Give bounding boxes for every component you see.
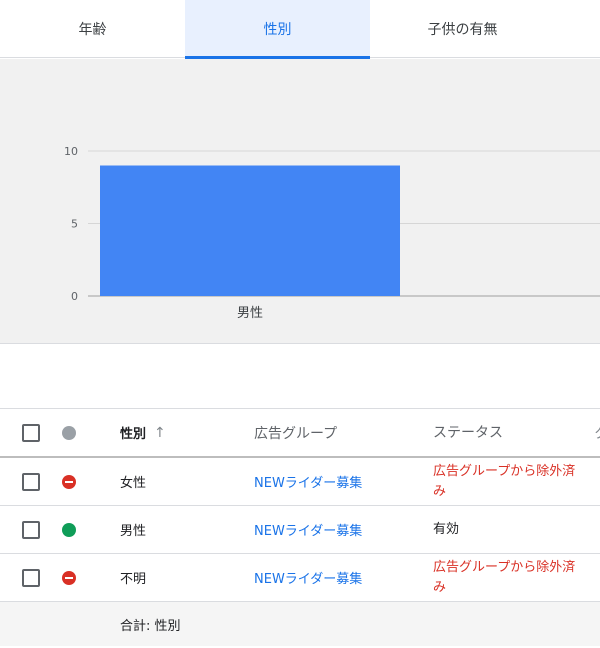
chart-panel: 0 5 10 男性 [0, 59, 600, 344]
tab-bar: 年齢 性別 子供の有無 [0, 0, 600, 59]
footer-total-label: 合計: 性別 [120, 618, 181, 634]
row-checkbox[interactable] [22, 568, 40, 587]
table-row: 男性 NEWライダー募集 有効 [0, 506, 600, 554]
header-gender-label: 性別 [120, 427, 147, 442]
row-checkbox[interactable] [22, 472, 40, 491]
row-ad-group-link[interactable]: NEWライダー募集 [254, 568, 362, 587]
gender-table: 性別 ↑ 広告グループ ステータス ク 女性 NEWライダー募集 広告グループか… [0, 408, 600, 646]
row-gender: 不明 [120, 572, 147, 587]
row-checkbox[interactable] [22, 520, 40, 539]
tab-parental-status-label: 子供の有無 [427, 22, 498, 38]
gender-bar-chart: 0 5 10 男性 [64, 145, 600, 321]
table-row: 女性 NEWライダー募集 広告グループから除外済み [0, 458, 600, 506]
header-status[interactable]: ステータス [433, 409, 583, 456]
tab-gender-label: 性別 [263, 22, 292, 38]
row-status: 広告グループから除外済み [433, 559, 576, 595]
row-status: 有効 [433, 521, 460, 537]
x-tick-label: 男性 [237, 306, 263, 321]
row-status: 広告グループから除外済み [433, 463, 576, 499]
table-header-row: 性別 ↑ 広告グループ ステータス ク [0, 409, 600, 458]
header-ad-group-label: 広告グループ [254, 425, 338, 442]
row-ad-group-link[interactable]: NEWライダー募集 [254, 520, 362, 539]
table-row: 不明 NEWライダー募集 広告グループから除外済み [0, 554, 600, 602]
excluded-status-icon [62, 474, 76, 489]
tab-age[interactable]: 年齢 [0, 0, 185, 58]
y-tick-label: 10 [64, 145, 78, 158]
header-ad-group[interactable]: 広告グループ [254, 409, 414, 456]
active-status-icon [62, 522, 76, 537]
bar-0[interactable] [100, 165, 400, 297]
excluded-status-icon [62, 570, 76, 585]
table-footer-row: 合計: 性別 [0, 602, 600, 646]
header-extra[interactable]: ク [594, 409, 600, 456]
y-tick-label: 0 [71, 290, 78, 303]
tab-gender[interactable]: 性別 [185, 0, 370, 59]
header-gender[interactable]: 性別 ↑ [120, 409, 230, 456]
header-extra-label: ク [594, 423, 600, 443]
row-gender: 男性 [120, 524, 147, 539]
status-header-dot-icon [62, 425, 76, 440]
row-ad-group-link[interactable]: NEWライダー募集 [254, 472, 362, 491]
header-status-label: ステータス [433, 424, 503, 441]
row-gender: 女性 [120, 476, 147, 491]
tab-parental-status[interactable]: 子供の有無 [370, 0, 555, 58]
tab-age-label: 年齢 [78, 22, 107, 38]
select-all-checkbox[interactable] [22, 423, 40, 442]
sort-ascending-icon: ↑ [154, 424, 166, 441]
y-tick-label: 5 [71, 218, 78, 231]
